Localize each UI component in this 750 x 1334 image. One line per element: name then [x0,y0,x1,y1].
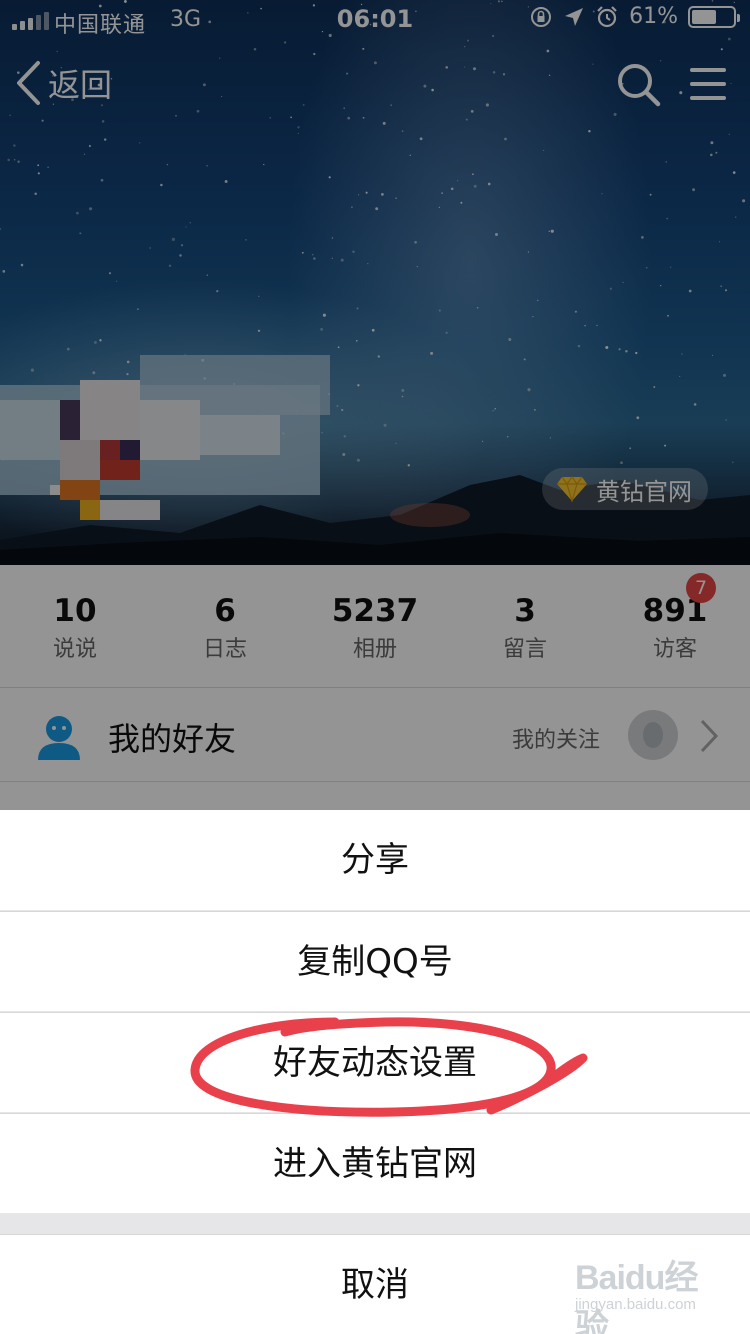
baidu-jingyan-watermark: Baidu经验 jingyan.baidu.com [575,1250,725,1334]
red-circle-annotation [190,1017,588,1117]
enter-yellow-diamond-site-option[interactable]: 进入黄钻官网 [0,1113,750,1213]
watermark-url: jingyan.baidu.com [575,1296,696,1313]
share-option[interactable]: 分享 [0,810,750,910]
modal-overlay[interactable] [0,0,750,810]
copy-qq-number-option[interactable]: 复制QQ号 [0,911,750,1011]
watermark-logo: Baidu经验 [575,1259,698,1334]
